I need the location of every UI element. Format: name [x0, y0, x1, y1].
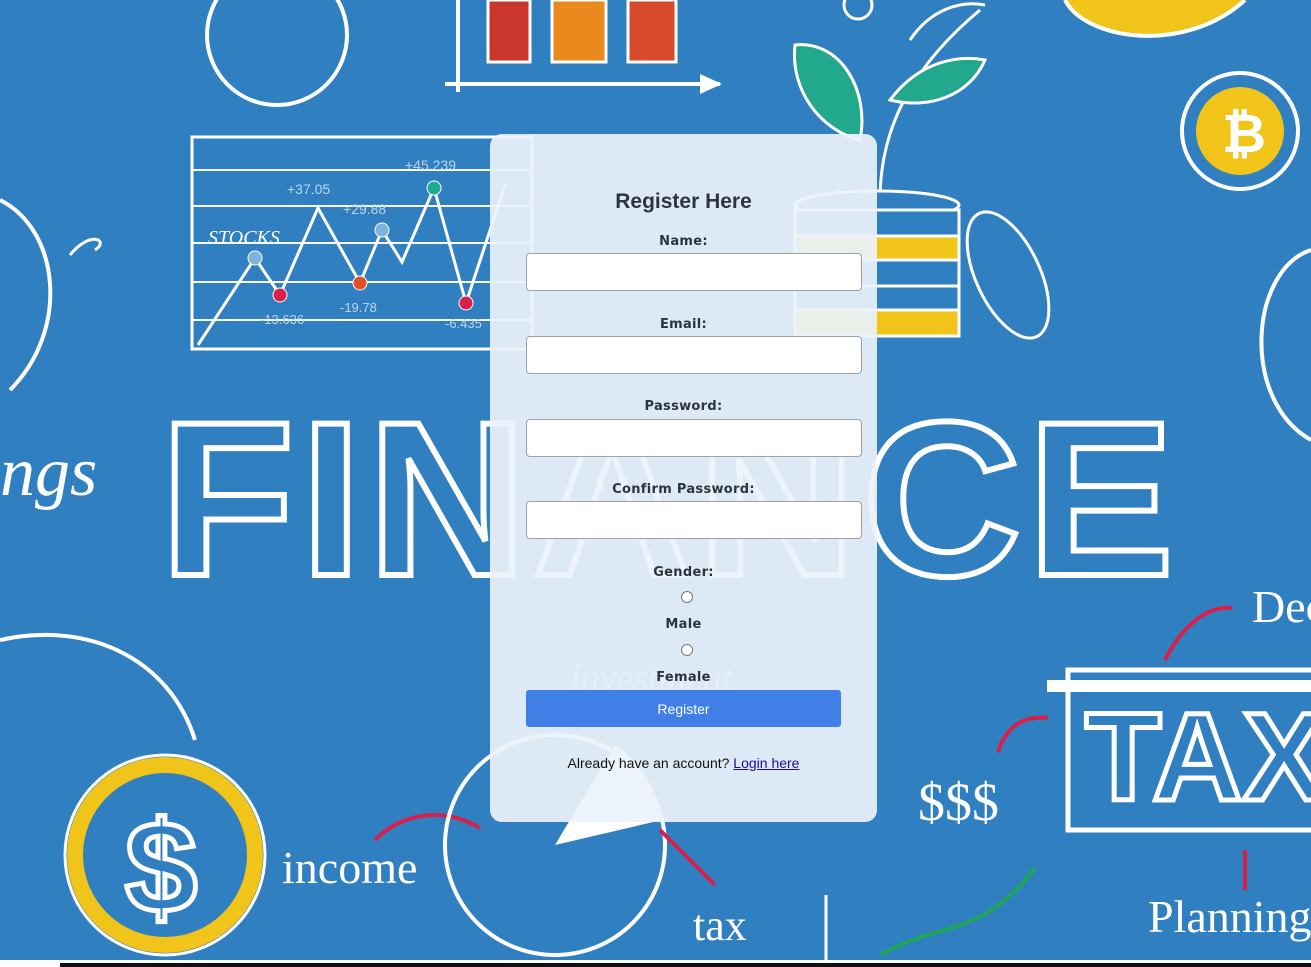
email-label: Email: [659, 317, 708, 332]
gender-male-label: Male [665, 617, 702, 632]
svg-text:₿: ₿ [1222, 102, 1266, 165]
stock-value-label: -19.78 [340, 300, 377, 315]
stock-value-label: -6.435 [445, 316, 482, 331]
gender-male-radio[interactable] [681, 591, 693, 603]
stock-value-label: +37.05 [287, 181, 330, 197]
gender-label: Gender: [653, 565, 714, 580]
password-label: Password: [644, 399, 723, 414]
stock-value-label: +45.239 [405, 157, 456, 173]
login-prompt-text: Already have an account? [567, 755, 730, 771]
register-button[interactable]: Register [526, 690, 841, 727]
stock-value-label: +29.88 [343, 201, 386, 217]
form-title: Register Here [615, 190, 752, 213]
stock-value-label: -13.636 [260, 312, 304, 327]
svg-text:$: $ [125, 794, 197, 940]
password-input[interactable] [526, 419, 862, 457]
confirm-password-label: Confirm Password: [612, 482, 755, 497]
gender-female-radio[interactable] [681, 644, 693, 656]
login-prompt: Already have an account? Login here [490, 755, 877, 771]
dec-fragment: Dec [1252, 581, 1311, 632]
login-link[interactable]: Login here [733, 755, 799, 771]
confirm-password-input[interactable] [526, 501, 862, 539]
register-form: Register Here Name: Email: Password: Con… [490, 134, 877, 822]
gender-female-label: Female [656, 670, 711, 685]
income-label: income [282, 842, 417, 893]
tax-sign-doodle: TAX [1047, 667, 1311, 833]
savings-fragment: ngs [0, 434, 97, 511]
stocks-label: STOCKS [208, 227, 280, 249]
email-input[interactable] [526, 336, 862, 374]
dollars-label: $$$ [918, 772, 999, 832]
window-bottom-line [60, 963, 1311, 967]
tax-label: tax [693, 901, 747, 950]
planning-label: Planning [1148, 891, 1311, 942]
name-input[interactable] [526, 253, 862, 291]
tax-sign-text: TAX [1085, 688, 1311, 827]
name-label: Name: [659, 234, 708, 249]
